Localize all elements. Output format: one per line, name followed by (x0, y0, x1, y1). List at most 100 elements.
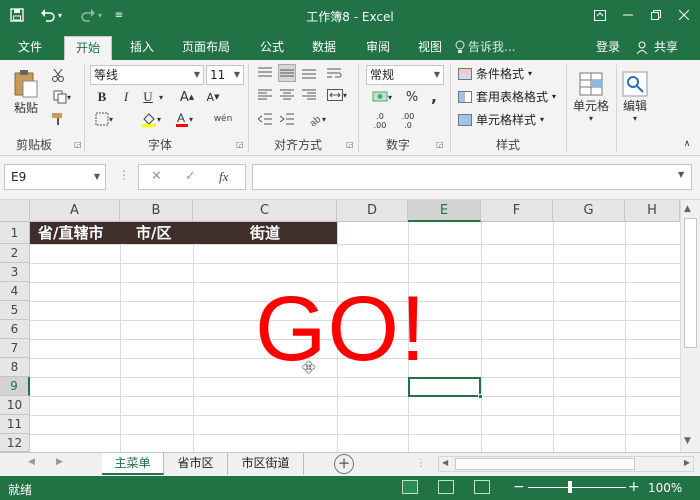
scroll-right-icon[interactable]: ▶ (684, 458, 690, 467)
sheet-tab-province-city[interactable]: 省市区 (164, 453, 228, 475)
column-header-g[interactable]: G (553, 200, 625, 222)
column-header-d[interactable]: D (337, 200, 408, 222)
fill-color-icon[interactable]: ▾ (136, 110, 166, 128)
align-middle-icon[interactable] (278, 64, 296, 82)
scroll-up-icon[interactable]: ▲ (684, 204, 691, 214)
increase-decimal-icon[interactable]: .0.00 (368, 110, 392, 132)
conditional-formatting-button[interactable]: 条件格式 ▾ (458, 64, 532, 84)
cell-c1[interactable]: 街道 (193, 222, 337, 244)
align-top-icon[interactable] (256, 64, 274, 82)
row-header-12[interactable]: 12 (0, 434, 30, 452)
format-painter-icon[interactable] (48, 110, 68, 128)
accounting-format-icon[interactable]: ▾ (368, 88, 396, 106)
row-header-11[interactable]: 11 (0, 415, 30, 434)
horizontal-scrollbar[interactable]: ◀ ▶ (438, 456, 694, 472)
percent-icon[interactable]: % (404, 88, 420, 106)
italic-button[interactable]: I (118, 88, 134, 106)
cells-button[interactable]: 单元格 ▾ (570, 64, 612, 130)
tab-home[interactable]: 开始 (64, 36, 112, 60)
column-header-b[interactable]: B (120, 200, 193, 222)
row-header-1[interactable]: 1 (0, 222, 30, 244)
font-color-icon[interactable]: A ▾ (170, 110, 198, 128)
cut-icon[interactable] (48, 66, 68, 84)
underline-dropdown-icon[interactable]: ▾ (156, 88, 166, 106)
page-layout-view-icon[interactable] (438, 480, 454, 494)
tab-formulas[interactable]: 公式 (252, 36, 292, 60)
horizontal-scroll-thumb[interactable] (455, 458, 635, 470)
align-right-icon[interactable] (300, 86, 318, 104)
prev-sheet-icon[interactable]: ◀ (28, 457, 35, 467)
comma-style-icon[interactable]: , (426, 88, 442, 106)
decrease-decimal-icon[interactable]: .00.0 (396, 110, 420, 132)
font-size-combo[interactable]: 11 ▼ (206, 65, 244, 85)
sign-in-link[interactable]: 登录 (596, 36, 620, 60)
tab-view[interactable]: 视图 (410, 36, 450, 60)
row-header-10[interactable]: 10 (0, 396, 30, 415)
tab-page-layout[interactable]: 页面布局 (174, 36, 238, 60)
column-header-a[interactable]: A (30, 200, 120, 222)
close-icon[interactable] (668, 4, 700, 26)
row-header-3[interactable]: 3 (0, 263, 30, 282)
wrap-text-icon[interactable] (324, 64, 346, 82)
align-left-icon[interactable] (256, 86, 274, 104)
scroll-left-icon[interactable]: ◀ (442, 458, 448, 467)
editing-button[interactable]: 编辑 ▾ (618, 64, 652, 130)
row-header-9[interactable]: 9 (0, 377, 30, 396)
expand-formula-icon[interactable]: ▼ (678, 170, 684, 179)
bold-button[interactable]: B (94, 88, 110, 106)
vertical-scroll-thumb[interactable] (684, 218, 697, 348)
page-break-view-icon[interactable] (474, 480, 490, 494)
borders-icon[interactable]: ▾ (92, 110, 116, 128)
merge-center-icon[interactable]: ▾ (324, 86, 350, 104)
add-sheet-button[interactable]: + (334, 454, 354, 474)
clipboard-launcher-icon[interactable]: ◲ (74, 140, 82, 149)
number-launcher-icon[interactable]: ◲ (436, 140, 444, 149)
row-header-5[interactable]: 5 (0, 301, 30, 320)
scroll-down-icon[interactable]: ▼ (684, 436, 691, 446)
font-launcher-icon[interactable]: ◲ (236, 140, 244, 149)
row-header-7[interactable]: 7 (0, 339, 30, 358)
vertical-scrollbar[interactable]: ▲ ▼ (680, 200, 700, 452)
collapse-ribbon-icon[interactable]: ∧ (680, 138, 694, 150)
cell-styles-button[interactable]: 单元格样式 ▾ (458, 110, 544, 130)
tab-split-grip-icon[interactable]: ⋮ (416, 458, 426, 469)
zoom-out-icon[interactable]: − (513, 479, 525, 495)
insert-function-button[interactable]: fx (219, 169, 228, 185)
share-button[interactable]: 共享 (654, 36, 678, 60)
cancel-icon[interactable]: ✕ (151, 169, 162, 184)
tab-file[interactable]: 文件 (10, 36, 50, 60)
column-header-f[interactable]: F (481, 200, 553, 222)
phonetic-icon[interactable]: wén (210, 110, 236, 128)
tab-data[interactable]: 数据 (304, 36, 344, 60)
cell-a1[interactable]: 省/直辖市 (30, 222, 120, 244)
paste-button[interactable]: 粘贴 (8, 64, 44, 120)
number-format-combo[interactable]: 常规 ▼ (366, 65, 444, 85)
orientation-icon[interactable]: ab ▾ (304, 110, 330, 128)
next-sheet-icon[interactable]: ▶ (56, 457, 63, 467)
normal-view-icon[interactable] (402, 480, 418, 494)
enter-icon[interactable]: ✓ (185, 169, 196, 184)
zoom-slider[interactable] (528, 487, 626, 488)
align-bottom-icon[interactable] (300, 64, 318, 82)
font-name-combo[interactable]: 等线 ▼ (90, 65, 204, 85)
alignment-launcher-icon[interactable]: ◲ (346, 140, 354, 149)
zoom-in-icon[interactable]: + (628, 479, 640, 495)
row-header-2[interactable]: 2 (0, 244, 30, 263)
copy-icon[interactable]: ▾ (48, 88, 76, 106)
formula-input[interactable] (252, 164, 692, 190)
zoom-level[interactable]: 100% (648, 481, 682, 495)
align-center-icon[interactable] (278, 86, 296, 104)
go-overlay-text[interactable]: GO! (255, 283, 427, 375)
font-grow-icon[interactable]: A ▲ (178, 88, 196, 106)
cell-b1[interactable]: 市/区 (120, 222, 193, 244)
select-all-corner[interactable] (0, 200, 30, 222)
zoom-slider-handle[interactable] (568, 481, 572, 493)
fill-handle[interactable] (478, 394, 483, 399)
tab-review[interactable]: 审阅 (358, 36, 398, 60)
underline-button[interactable]: U (140, 88, 156, 106)
increase-indent-icon[interactable] (278, 110, 296, 128)
row-header-8[interactable]: 8 (0, 358, 30, 377)
column-header-c[interactable]: C (193, 200, 337, 222)
worksheet-grid[interactable]: A B C D E F G H 1 2 3 4 5 6 7 8 9 10 11 … (0, 200, 700, 452)
font-shrink-icon[interactable]: A ▼ (204, 88, 222, 106)
